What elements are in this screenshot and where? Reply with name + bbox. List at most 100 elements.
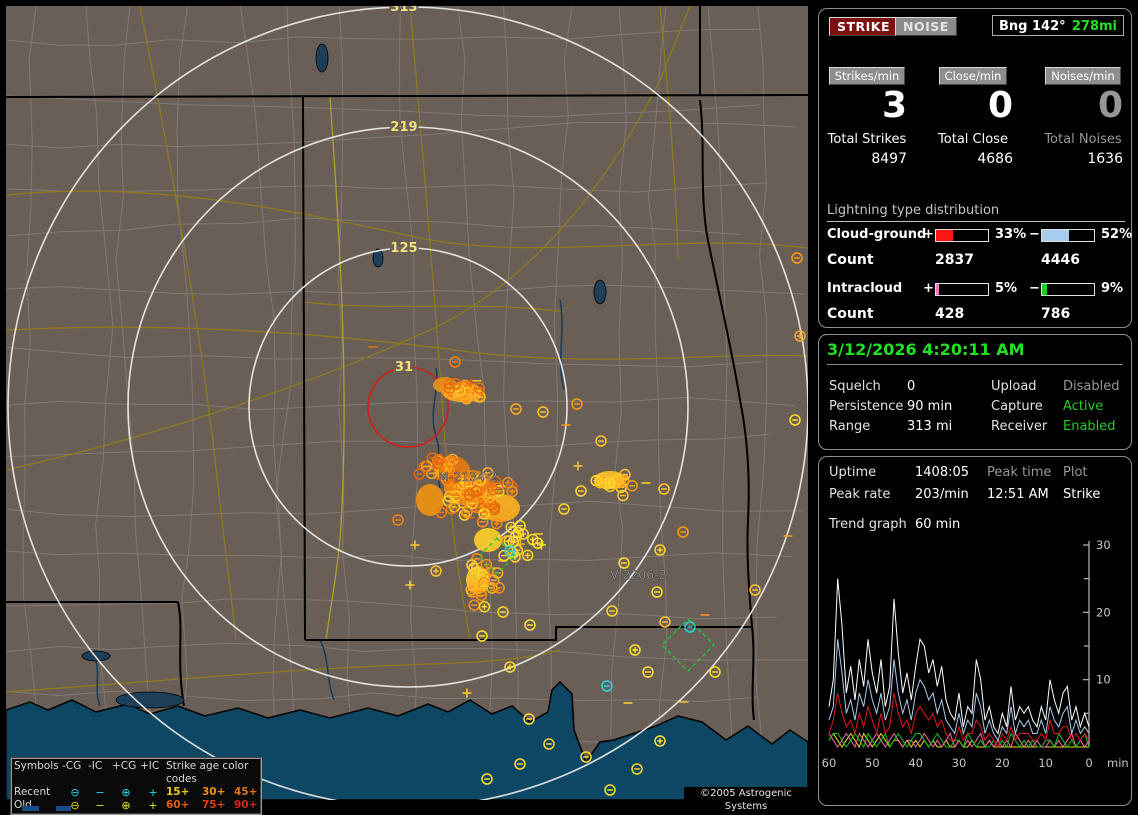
- legend-cg-neg-header: -CG: [62, 760, 88, 786]
- ic-count-label: Count: [827, 306, 874, 322]
- persistence-value: 90 min: [907, 399, 952, 414]
- age-90-label: 90+: [234, 799, 264, 812]
- recent-circ-plus-icon: ⊕: [112, 786, 140, 799]
- cg-neg-pct: 52%: [1101, 227, 1132, 242]
- squelch-label: Squelch: [829, 379, 881, 394]
- svg-text:40: 40: [908, 756, 923, 770]
- total-noises-label: Total Noises: [1043, 132, 1123, 147]
- cloud-ground-label: Cloud-ground: [827, 227, 926, 242]
- cg-pos-count: 2837: [935, 252, 974, 268]
- cg-pos-sign: +: [923, 227, 934, 242]
- plot-value: Strike: [1063, 487, 1100, 502]
- svg-text:10: 10: [1038, 756, 1053, 770]
- noises-per-min-value: 0: [1043, 87, 1123, 125]
- ic-neg-count: 786: [1041, 306, 1070, 322]
- age-75-label: 75+: [202, 799, 234, 812]
- svg-text:M-2134-2: M-2134-2: [438, 469, 498, 484]
- strike-button[interactable]: STRIKE: [829, 17, 898, 36]
- svg-text:313: 313: [390, 6, 417, 15]
- range-value: 313 mi: [907, 419, 952, 434]
- noises-per-min-chip: Noises/min: [1045, 67, 1120, 85]
- legend-ic-neg-header: -IC: [88, 760, 112, 786]
- capture-status: Active: [1063, 399, 1103, 414]
- ic-pos-sign: +: [923, 281, 934, 296]
- old-minus-icon: −: [88, 799, 112, 812]
- old-circ-plus-icon: ⊕: [112, 799, 140, 812]
- legend-symbols-header: Symbols: [14, 760, 62, 786]
- uptime-value: 1408:05: [915, 465, 969, 480]
- svg-text:10: 10: [1096, 673, 1111, 687]
- ic-neg-pct: 9%: [1101, 281, 1123, 296]
- receiver-label: Receiver: [991, 419, 1047, 434]
- svg-text:0: 0: [1085, 756, 1092, 770]
- cg-neg-count: 4446: [1041, 252, 1080, 268]
- receiver-status: Enabled: [1063, 419, 1116, 434]
- bearing-value: Bng 142°: [999, 16, 1066, 35]
- map-legend: Symbols -CG -IC +CG +IC Strike age color…: [10, 757, 262, 815]
- intracloud-label: Intracloud: [827, 281, 902, 296]
- svg-text:30: 30: [1096, 538, 1111, 552]
- strikes-per-min-value: 3: [827, 87, 907, 125]
- bearing-distance: 278mi: [1072, 16, 1117, 35]
- range-label: Range: [829, 419, 870, 434]
- taskbar-fragment: [56, 806, 71, 811]
- legend-recent-label: Recent: [14, 786, 62, 799]
- strikes-column: Strikes/min 3 Total Strikes 8497: [827, 65, 907, 167]
- cg-neg-bar: [1041, 229, 1095, 242]
- ic-neg-bar: [1041, 283, 1095, 296]
- upload-status: Disabled: [1063, 379, 1119, 394]
- noises-column: Noises/min 0 Total Noises 1636: [1043, 65, 1123, 167]
- noise-button[interactable]: NOISE: [895, 17, 957, 36]
- peak-time-label: Peak time: [987, 465, 1051, 480]
- status-panel: 3/12/2026 4:20:11 AM Squelch 0 Upload Di…: [818, 334, 1132, 450]
- distribution-title: Lightning type distribution: [827, 203, 1125, 222]
- total-noises-value: 1636: [1043, 151, 1123, 167]
- bearing-display: Bng 142° 278mi: [992, 15, 1124, 36]
- strikes-per-min-chip: Strikes/min: [829, 67, 906, 85]
- close-per-min-chip: Close/min: [939, 67, 1008, 85]
- peak-rate-value: 203/min: [915, 487, 969, 502]
- legend-ic-pos-header: +IC: [140, 760, 166, 786]
- legend-age-title: Strike age color codes: [166, 760, 264, 786]
- close-per-min-value: 0: [933, 87, 1013, 125]
- cg-neg-sign: −: [1029, 227, 1040, 242]
- datetime-display: 3/12/2026 4:20:11 AM: [827, 340, 1123, 365]
- ic-neg-sign: −: [1029, 281, 1040, 296]
- close-column: Close/min 0 Total Close 4686: [933, 65, 1013, 167]
- svg-text:30: 30: [952, 756, 967, 770]
- svg-text:31: 31: [395, 360, 413, 375]
- capture-label: Capture: [991, 399, 1043, 414]
- cg-pos-bar: [935, 229, 989, 242]
- recent-minus-icon: −: [88, 786, 112, 799]
- svg-text:20: 20: [1096, 605, 1111, 619]
- taskbar-fragment: [22, 806, 39, 811]
- copyright-text: ©2005 Astrogenic Systems: [684, 787, 808, 800]
- ic-pos-count: 428: [935, 306, 964, 322]
- svg-text:V-2206-2: V-2206-2: [610, 567, 667, 582]
- trend-graph-label: Trend graph: [829, 517, 907, 532]
- map-area[interactable]: 31125219313M-2134-2V-2206-2 Symbols -CG …: [6, 6, 808, 800]
- cg-pos-pct: 33%: [995, 227, 1026, 242]
- age-30-label: 30+: [202, 786, 234, 799]
- age-60-label: 60+: [166, 799, 202, 812]
- recent-plus-icon: +: [140, 786, 166, 799]
- trend-panel: Uptime 1408:05 Peak time Plot Peak rate …: [818, 456, 1132, 806]
- svg-text:min: min: [1107, 756, 1129, 770]
- uptime-label: Uptime: [829, 465, 876, 480]
- trend-graph-value: 60 min: [915, 517, 960, 532]
- ic-pos-bar: [935, 283, 989, 296]
- squelch-value: 0: [907, 379, 915, 394]
- age-45-label: 45+: [234, 786, 264, 799]
- recent-circ-minus-icon: ⊖: [62, 786, 88, 799]
- svg-text:50: 50: [865, 756, 880, 770]
- age-15-label: 15+: [166, 786, 202, 799]
- map-canvas[interactable]: 31125219313M-2134-2V-2206-2: [6, 6, 808, 800]
- cg-count-label: Count: [827, 252, 874, 268]
- trend-chart: 10 20 30 60 50 40 30 20 10 0 min: [821, 537, 1131, 803]
- total-strikes-label: Total Strikes: [827, 132, 907, 147]
- svg-text:20: 20: [995, 756, 1010, 770]
- ic-pos-pct: 5%: [995, 281, 1017, 296]
- total-close-value: 4686: [933, 151, 1013, 167]
- total-strikes-value: 8497: [827, 151, 907, 167]
- svg-text:60: 60: [822, 756, 837, 770]
